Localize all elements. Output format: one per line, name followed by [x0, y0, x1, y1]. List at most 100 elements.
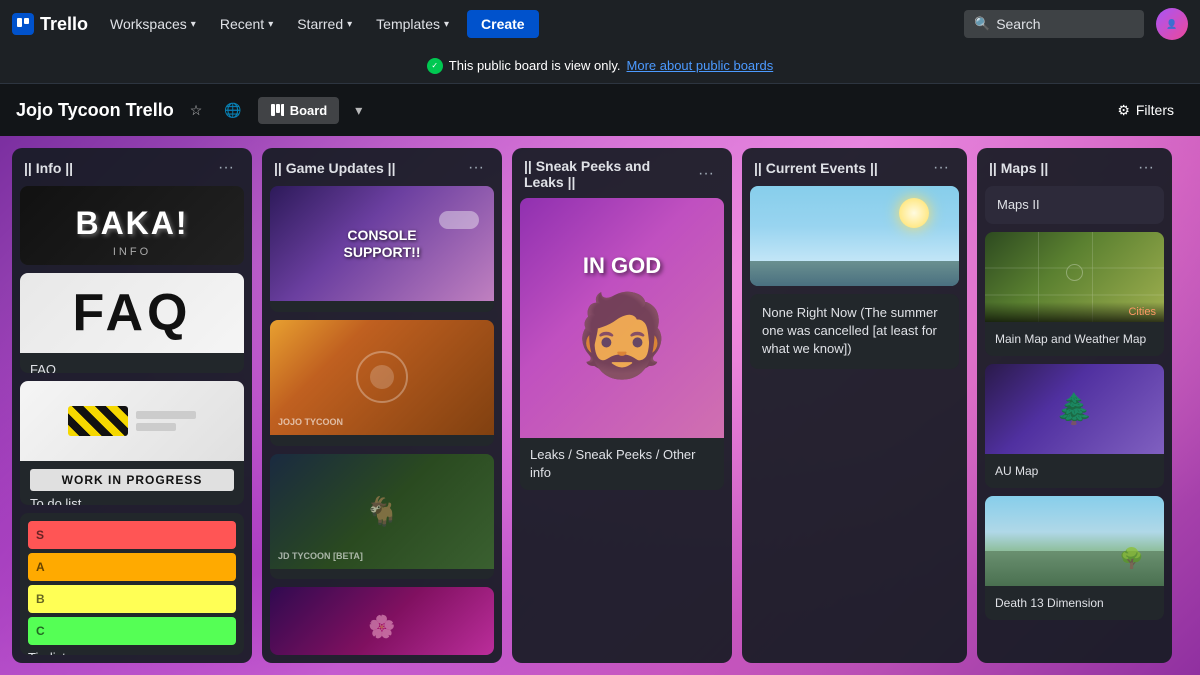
column-maps-title: || Maps || — [989, 160, 1048, 176]
column-maps: || Maps || ··· Maps II — [977, 148, 1172, 663]
board-icon — [270, 103, 284, 117]
console-date: 11/09/2024 — [280, 310, 344, 312]
column-info-title: || Info || — [24, 160, 73, 176]
card-no-events[interactable]: None Right Now (The summer one was cance… — [750, 294, 959, 369]
map-labels: Cities — [985, 302, 1164, 322]
filters-button[interactable]: ⚙ Filters — [1107, 96, 1184, 125]
baka-sub-text: INFO — [113, 246, 151, 258]
visibility-button[interactable]: 🌐 — [218, 98, 247, 123]
column-game-updates-title: || Game Updates || — [274, 160, 395, 176]
column-current-events: || Current Events || ··· None Right Now … — [742, 148, 967, 663]
faq-label: FAQ — [30, 362, 56, 373]
recent-button[interactable]: Recent ▾ — [210, 10, 283, 38]
tierlists-label: Tierlists — [28, 650, 72, 655]
search-placeholder: Search — [996, 16, 1040, 32]
column-info-cards: BAKA! INFO FAQ FAQ — [12, 186, 252, 663]
card-console-support[interactable]: CONSOLESUPPORT!! 11/09/2024 — [270, 186, 494, 312]
board-canvas: || Info || ··· BAKA! INFO FAQ — [0, 136, 1200, 675]
chevron-down-icon: ▾ — [191, 19, 196, 30]
card-au-map[interactable]: 🌲 AU Map — [985, 364, 1164, 488]
columns-container: || Info || ··· BAKA! INFO FAQ — [0, 136, 1200, 675]
card-sky[interactable] — [750, 186, 959, 286]
wip-line-graphic — [136, 411, 196, 419]
column-info-menu-button[interactable]: ··· — [212, 158, 240, 178]
chevron-down-icon: ▾ — [347, 19, 352, 30]
card-tierlists[interactable]: S A B C Tierlists — [20, 513, 244, 655]
board-menu-button[interactable]: ▾ — [349, 98, 368, 123]
column-current-events-cards: None Right Now (The summer one was cance… — [742, 186, 967, 663]
sneak-peeks-label: Leaks / Sneak Peeks / Other info — [530, 447, 695, 480]
tree-silhouette: 🌳 — [1119, 546, 1144, 571]
trello-logo[interactable]: Trello — [12, 13, 88, 35]
column-sneak-peeks-cards: IN GOD 🧔 Leaks / Sneak Peeks / Other inf… — [512, 198, 732, 663]
search-box[interactable]: 🔍 Search — [964, 10, 1144, 38]
tier-s-bar: S — [28, 521, 236, 549]
column-sneak-peeks: || Sneak Peeks and Leaks || ··· IN GOD 🧔… — [512, 148, 732, 663]
card-maps2[interactable]: Maps II — [985, 186, 1164, 224]
search-icon: 🔍 — [974, 16, 990, 32]
board-view-button[interactable]: Board — [258, 97, 340, 124]
main-map-label: Main Map and Weather Map — [995, 332, 1146, 346]
wip-line-graphic-2 — [136, 423, 176, 431]
public-boards-link[interactable]: More about public boards — [627, 58, 774, 73]
tier-b-bar: B — [28, 585, 236, 613]
faq-text: FAQ — [73, 283, 192, 343]
column-maps-header: || Maps || ··· — [977, 148, 1172, 186]
tier-c-bar: C — [28, 617, 236, 645]
card-baka[interactable]: BAKA! INFO — [20, 186, 244, 265]
tree-emoji: 🌲 — [1056, 392, 1093, 427]
card-jesus-sneak[interactable]: IN GOD 🧔 Leaks / Sneak Peeks / Other inf… — [520, 198, 724, 490]
top-navigation: Trello Workspaces ▾ Recent ▾ Starred ▾ T… — [0, 0, 1200, 48]
card-last-update[interactable]: 🌸 — [270, 587, 494, 655]
flower-emoji: 🌸 — [368, 614, 395, 640]
baka-title-text: BAKA! — [75, 205, 188, 242]
announcement-bar: ✓ This public board is view only. More a… — [0, 48, 1200, 84]
column-current-events-title: || Current Events || — [754, 160, 878, 176]
purple-game-date: 25/08/2024 — [280, 444, 345, 446]
column-maps-cards: Maps II C — [977, 186, 1172, 663]
chevron-down-icon: ▾ — [268, 19, 273, 30]
tier-a-bar: A — [28, 553, 236, 581]
board-header: Jojo Tycoon Trello ☆ 🌐 Board ▾ ⚙ Filters — [0, 84, 1200, 136]
jojo-beta-watermark: JD TYCOON [BETA] — [278, 551, 363, 561]
card-purple-game[interactable]: JOJO TYCOON 25/08/2024 — [270, 320, 494, 446]
card-goat-game[interactable]: 🐐 JD TYCOON [BETA] 02/08/2024 — [270, 454, 494, 580]
column-sneak-peeks-menu-button[interactable]: ··· — [692, 164, 720, 184]
wip-sublabel: To do list — [30, 496, 81, 504]
column-game-updates-header: || Game Updates || ··· — [262, 148, 502, 186]
star-button[interactable]: ☆ — [184, 98, 209, 123]
card-wip[interactable]: WORK IN PROGRESS To do list — [20, 381, 244, 504]
sun-graphic — [899, 198, 929, 228]
column-sneak-peeks-header: || Sneak Peeks and Leaks || ··· — [512, 148, 732, 198]
person-emoji: 🧔 — [572, 289, 672, 383]
column-info-header: || Info || ··· — [12, 148, 252, 186]
trello-icon — [12, 13, 34, 35]
maps2-label: Maps II — [997, 197, 1040, 212]
column-info: || Info || ··· BAKA! INFO FAQ — [12, 148, 252, 663]
announce-text: This public board is view only. — [449, 58, 621, 73]
filter-icon: ⚙ — [1117, 102, 1130, 119]
board-title[interactable]: Jojo Tycoon Trello — [16, 100, 174, 121]
starred-button[interactable]: Starred ▾ — [287, 10, 362, 38]
column-game-updates: || Game Updates || ··· CONSOLESUPPORT!! — [262, 148, 502, 663]
workspaces-button[interactable]: Workspaces ▾ — [100, 10, 206, 38]
water-graphic — [750, 261, 959, 286]
templates-button[interactable]: Templates ▾ — [366, 10, 459, 38]
column-game-updates-menu-button[interactable]: ··· — [462, 158, 490, 178]
death13-label: Death 13 Dimension — [995, 596, 1104, 610]
column-current-events-menu-button[interactable]: ··· — [927, 158, 955, 178]
controller-icon — [434, 201, 484, 236]
column-maps-menu-button[interactable]: ··· — [1132, 158, 1160, 178]
console-support-text: CONSOLESUPPORT!! — [344, 227, 421, 261]
column-current-events-header: || Current Events || ··· — [742, 148, 967, 186]
card-faq[interactable]: FAQ FAQ — [20, 273, 244, 373]
wip-label-text: WORK IN PROGRESS — [30, 469, 234, 491]
create-button[interactable]: Create — [467, 10, 539, 38]
goat-emoji: 🐐 — [365, 495, 400, 528]
avatar[interactable]: 👤 — [1156, 8, 1188, 40]
card-death13[interactable]: 🌳 Death 13 Dimension — [985, 496, 1164, 620]
au-map-label: AU Map — [995, 464, 1038, 478]
wip-stripe-graphic — [68, 406, 128, 436]
card-main-map[interactable]: Cities Main Map and Weather Map — [985, 232, 1164, 356]
game-icon — [352, 347, 412, 407]
